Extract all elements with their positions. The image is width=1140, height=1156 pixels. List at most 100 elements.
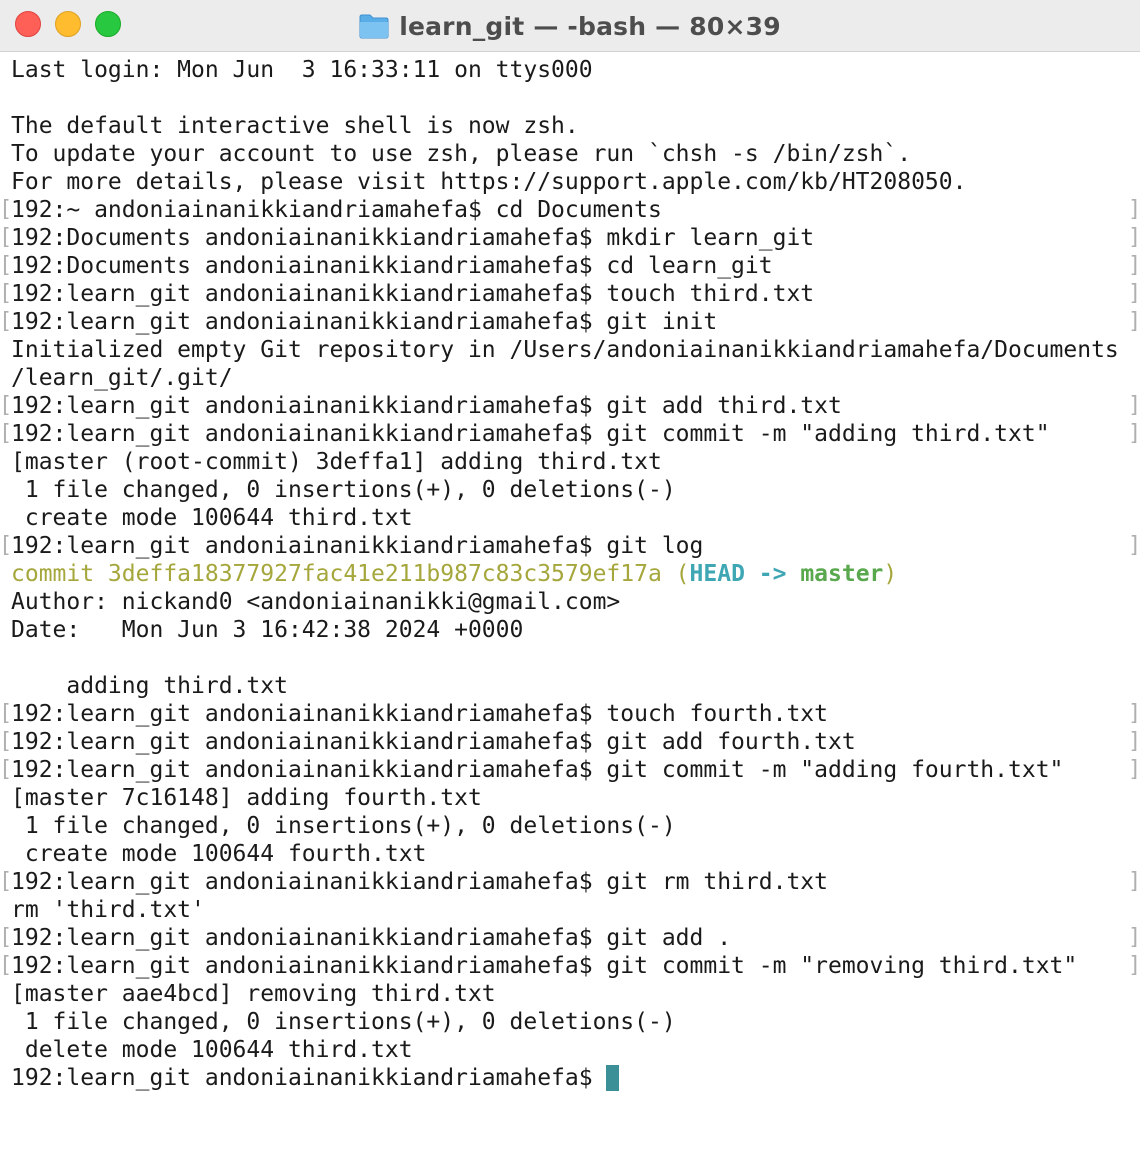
text-cursor (606, 1065, 620, 1091)
line-mark-left: [ (0, 225, 13, 250)
terminal-line-text: 1 file changed, 0 insertions(+), 0 delet… (11, 813, 676, 839)
line-mark-left: [ (0, 925, 13, 950)
terminal-line: rm 'third.txt' (11, 896, 1131, 924)
terminal-output[interactable]: Last login: Mon Jun 3 16:33:11 on ttys00… (0, 56, 1140, 1116)
terminal-line-text: 192:learn_git andoniainanikkiandriamahef… (11, 757, 1064, 783)
line-mark-right: ] (1128, 421, 1140, 446)
line-mark-left: [ (0, 393, 13, 418)
window-title-group: learn_git — -bash — 80×39 (0, 0, 1140, 52)
terminal-line-text: /learn_git/.git/ (11, 365, 233, 391)
terminal-line-text: 192:~ andoniainanikkiandriamahefa$ cd Do… (11, 197, 662, 223)
line-mark-left: [ (0, 281, 13, 306)
line-mark-left: [ (0, 869, 13, 894)
terminal-line: 192:learn_git andoniainanikkiandriamahef… (0, 308, 1140, 336)
terminal-line: create mode 100644 third.txt (11, 504, 1131, 532)
terminal-line-text: Date: Mon Jun 3 16:42:38 2024 +0000 (11, 617, 524, 643)
terminal-line: For more details, please visit https://s… (11, 168, 1131, 196)
terminal-line: 1 file changed, 0 insertions(+), 0 delet… (11, 1008, 1131, 1036)
terminal-line: Date: Mon Jun 3 16:42:38 2024 +0000 (11, 616, 1131, 644)
terminal-line-text: 192:learn_git andoniainanikkiandriamahef… (11, 925, 732, 951)
terminal-line-segment: master (800, 561, 884, 587)
line-mark-right: ] (1128, 701, 1140, 726)
line-mark-left: [ (0, 253, 13, 278)
terminal-line-text: 192:Documents andoniainanikkiandriamahef… (11, 253, 773, 279)
line-mark-right: ] (1128, 953, 1140, 978)
terminal-line-text: 192:learn_git andoniainanikkiandriamahef… (11, 729, 856, 755)
terminal-line: 1 file changed, 0 insertions(+), 0 delet… (11, 812, 1131, 840)
terminal-line-segment: ) (883, 561, 898, 587)
terminal-line-text: [master aae4bcd] removing third.txt (11, 981, 496, 1007)
terminal-line: 192:~ andoniainanikkiandriamahefa$ cd Do… (0, 196, 1140, 224)
terminal-line: Author: nickand0 <andoniainanikki@gmail.… (11, 588, 1131, 616)
terminal-line-text: [master 7c16148] adding fourth.txt (11, 785, 482, 811)
line-mark-right: ] (1128, 869, 1140, 894)
line-mark-left: [ (0, 197, 13, 222)
terminal-line: To update your account to use zsh, pleas… (11, 140, 1131, 168)
terminal-line: /learn_git/.git/ (11, 364, 1131, 392)
line-mark-left: [ (0, 701, 13, 726)
terminal-line: Initialized empty Git repository in /Use… (11, 336, 1131, 364)
terminal-line-text: For more details, please visit https://s… (11, 169, 967, 195)
terminal-line-text: 192:learn_git andoniainanikkiandriamahef… (11, 701, 828, 727)
terminal-line: 1 file changed, 0 insertions(+), 0 delet… (11, 476, 1131, 504)
terminal-line-text: The default interactive shell is now zsh… (11, 113, 579, 139)
line-mark-right: ] (1128, 925, 1140, 950)
line-mark-left: [ (0, 421, 13, 446)
line-mark-right: ] (1128, 225, 1140, 250)
terminal-line-segment: HEAD -> (689, 561, 801, 587)
terminal-line-text: Author: nickand0 <andoniainanikki@gmail.… (11, 589, 621, 615)
terminal-line: 192:learn_git andoniainanikkiandriamahef… (0, 728, 1140, 756)
line-mark-right: ] (1128, 281, 1140, 306)
terminal-line-text: 192:learn_git andoniainanikkiandriamahef… (11, 309, 718, 335)
terminal-line: 192:learn_git andoniainanikkiandriamahef… (0, 392, 1140, 420)
terminal-line: 192:learn_git andoniainanikkiandriamahef… (0, 532, 1140, 560)
terminal-line: 192:learn_git andoniainanikkiandriamahef… (0, 952, 1140, 980)
line-mark-right: ] (1128, 393, 1140, 418)
terminal-line: 192:learn_git andoniainanikkiandriamahef… (0, 280, 1140, 308)
title-bar[interactable]: learn_git — -bash — 80×39 (0, 0, 1140, 52)
terminal-line-text: Last login: Mon Jun 3 16:33:11 on ttys00… (11, 57, 593, 83)
terminal-line-text: 192:learn_git andoniainanikkiandriamahef… (11, 393, 842, 419)
terminal-line: 192:Documents andoniainanikkiandriamahef… (0, 252, 1140, 280)
line-mark-right: ] (1128, 533, 1140, 558)
terminal-line-text: 1 file changed, 0 insertions(+), 0 delet… (11, 477, 676, 503)
terminal-line-text: 192:Documents andoniainanikkiandriamahef… (11, 225, 815, 251)
terminal-line: 192:learn_git andoniainanikkiandriamahef… (0, 700, 1140, 728)
folder-icon (359, 13, 389, 39)
terminal-line-text: Initialized empty Git repository in /Use… (11, 337, 1119, 363)
terminal-line: Last login: Mon Jun 3 16:33:11 on ttys00… (11, 56, 1131, 84)
line-mark-right: ] (1128, 757, 1140, 782)
window-title: learn_git — -bash — 80×39 (399, 11, 781, 41)
terminal-line-text: adding third.txt (11, 673, 288, 699)
line-mark-left: [ (0, 953, 13, 978)
terminal-line: [master aae4bcd] removing third.txt (11, 980, 1131, 1008)
terminal-line-text: 192:learn_git andoniainanikkiandriamahef… (11, 421, 1050, 447)
terminal-line: delete mode 100644 third.txt (11, 1036, 1131, 1064)
line-mark-right: ] (1128, 309, 1140, 334)
line-mark-right: ] (1128, 197, 1140, 222)
terminal-line-text: 192:learn_git andoniainanikkiandriamahef… (11, 533, 704, 559)
line-mark-right: ] (1128, 729, 1140, 754)
terminal-line-segment: ( (675, 561, 690, 587)
terminal-line-text: To update your account to use zsh, pleas… (11, 141, 912, 167)
terminal-line-text: 192:learn_git andoniainanikkiandriamahef… (11, 869, 828, 895)
terminal-line-text: delete mode 100644 third.txt (11, 1037, 413, 1063)
terminal-line: 192:learn_git andoniainanikkiandriamahef… (0, 924, 1140, 952)
terminal-line: 192:learn_git andoniainanikkiandriamahef… (0, 756, 1140, 784)
terminal-line-text: 192:learn_git andoniainanikkiandriamahef… (11, 953, 1078, 979)
terminal-line: [master (root-commit) 3deffa1] adding th… (11, 448, 1131, 476)
line-mark-left: [ (0, 533, 13, 558)
terminal-line: [master 7c16148] adding fourth.txt (11, 784, 1131, 812)
terminal-line-text: create mode 100644 fourth.txt (11, 841, 427, 867)
prompt-line[interactable]: 192:learn_git andoniainanikkiandriamahef… (11, 1064, 1131, 1092)
terminal-line: 192:learn_git andoniainanikkiandriamahef… (0, 420, 1140, 448)
shell-prompt: 192:learn_git andoniainanikkiandriamahef… (11, 1065, 607, 1091)
terminal-line: adding third.txt (11, 672, 1131, 700)
line-mark-left: [ (0, 309, 13, 334)
terminal-window: learn_git — -bash — 80×39 Last login: Mo… (0, 0, 1140, 1156)
terminal-line: The default interactive shell is now zsh… (11, 112, 1131, 140)
terminal-line-text: create mode 100644 third.txt (11, 505, 413, 531)
terminal-line-text: 1 file changed, 0 insertions(+), 0 delet… (11, 1009, 676, 1035)
